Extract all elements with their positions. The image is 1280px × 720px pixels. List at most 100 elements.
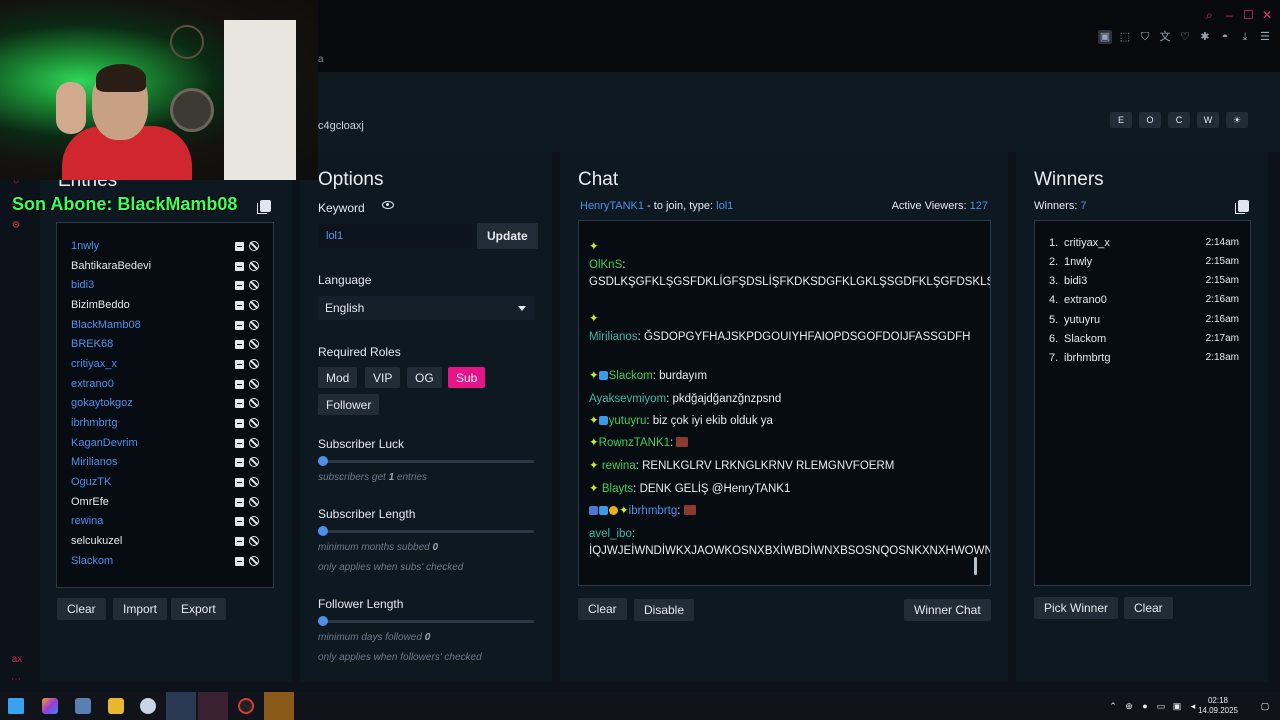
clear-entries-button[interactable]: Clear	[57, 598, 106, 620]
remove-entry-button[interactable]	[235, 242, 244, 251]
entry-name[interactable]: 1nwly	[71, 240, 99, 252]
ban-icon[interactable]	[249, 339, 259, 349]
screenshot-icon[interactable]: ⬚	[1118, 30, 1132, 44]
entry-name[interactable]: Slackom	[71, 555, 113, 567]
role-mod-toggle[interactable]: Mod	[318, 367, 358, 388]
ban-icon[interactable]	[249, 398, 259, 408]
heart-icon[interactable]: ♡	[1178, 30, 1192, 44]
ban-icon[interactable]	[249, 280, 259, 290]
view-chat-button[interactable]: C	[1168, 112, 1190, 128]
remove-entry-button[interactable]	[235, 281, 244, 290]
entry-name[interactable]: BahtikaraBedevi	[71, 260, 151, 272]
export-button[interactable]: Export	[171, 598, 226, 620]
clear-chat-button[interactable]: Clear	[578, 598, 627, 620]
chat-scrollbar[interactable]	[974, 557, 977, 575]
settings-icon[interactable]: ⚙	[10, 220, 22, 232]
slider-knob[interactable]	[318, 456, 328, 466]
puzzle-icon[interactable]: ✱	[1198, 30, 1212, 44]
battery-icon[interactable]: ▭	[1156, 701, 1166, 711]
copilot-icon[interactable]	[42, 698, 58, 714]
notification-icon[interactable]: ▢	[1260, 701, 1270, 711]
chat-log[interactable]: ✦ OlKnS: GSDLKŞGFKLŞGSFDKLİGFŞDSLİŞFKDKS…	[578, 220, 991, 586]
steam-taskbar-item[interactable]	[166, 692, 196, 720]
ban-icon[interactable]	[249, 379, 259, 389]
view-options-button[interactable]: O	[1139, 112, 1161, 128]
windows-start-icon[interactable]	[8, 698, 24, 714]
ban-icon[interactable]	[249, 457, 259, 467]
more-icon[interactable]: ⋯	[10, 674, 22, 686]
entry-name[interactable]: critiyax_x	[71, 358, 117, 370]
maximize-icon[interactable]: ☐	[1243, 8, 1254, 22]
theme-toggle-button[interactable]: ☀	[1226, 112, 1248, 128]
import-button[interactable]: Import	[113, 598, 168, 620]
remove-entry-button[interactable]	[235, 557, 244, 566]
display-icon[interactable]: ▣	[1172, 701, 1182, 711]
ban-icon[interactable]	[249, 320, 259, 330]
entry-name[interactable]: OguzTK	[71, 476, 111, 488]
follower-length-slider[interactable]	[318, 616, 534, 626]
ban-icon[interactable]	[249, 261, 259, 271]
speaker-icon[interactable]: ◂	[1188, 701, 1198, 711]
entry-name[interactable]: gokaytokgoz	[71, 397, 133, 409]
ban-icon[interactable]	[249, 438, 259, 448]
remove-entry-button[interactable]	[235, 537, 244, 546]
entry-name[interactable]: ibrhmbrtg	[71, 417, 117, 429]
extension-icon[interactable]: ▣	[1098, 30, 1112, 44]
remove-entry-button[interactable]	[235, 380, 244, 389]
remove-entry-button[interactable]	[235, 478, 244, 487]
download-icon[interactable]: ⤓	[1238, 30, 1252, 44]
slider-knob[interactable]	[318, 616, 328, 626]
remove-entry-button[interactable]	[235, 301, 244, 310]
winner-chat-button[interactable]: Winner Chat	[904, 599, 991, 621]
remove-entry-button[interactable]	[235, 262, 244, 271]
remove-entry-button[interactable]	[235, 340, 244, 349]
ban-icon[interactable]	[249, 516, 259, 526]
ban-icon[interactable]	[249, 556, 259, 566]
remove-entry-button[interactable]	[235, 419, 244, 428]
entry-name[interactable]: bidi3	[71, 279, 94, 291]
ban-icon[interactable]	[249, 359, 259, 369]
entry-name[interactable]: BREK68	[71, 338, 113, 350]
chevron-up-icon[interactable]: ⌃	[1108, 701, 1118, 711]
copy-icon[interactable]	[257, 200, 271, 214]
copy-icon[interactable]	[1235, 200, 1249, 214]
language-select[interactable]: English	[318, 296, 534, 320]
subscriber-luck-slider[interactable]	[318, 456, 534, 466]
entry-name[interactable]: BizimBeddo	[71, 299, 130, 311]
entry-name[interactable]: Mirilianos	[71, 456, 117, 468]
ban-icon[interactable]	[249, 477, 259, 487]
role-follower-toggle[interactable]: Follower	[318, 394, 380, 415]
minimize-icon[interactable]: –	[1226, 8, 1233, 22]
calculator-icon[interactable]	[75, 698, 91, 714]
league-taskbar-item[interactable]	[264, 692, 294, 720]
clock[interactable]: 02:18 14.09.2025	[1198, 696, 1238, 716]
file-explorer-icon[interactable]	[108, 698, 124, 714]
entry-name[interactable]: rewina	[71, 515, 103, 527]
search-icon[interactable]: ⌕	[1206, 8, 1213, 23]
entry-name[interactable]: OmrEfe	[71, 496, 109, 508]
remove-entry-button[interactable]	[235, 517, 244, 526]
microphone-icon[interactable]: ●	[1140, 701, 1150, 711]
translate-icon[interactable]: 文	[1158, 30, 1172, 44]
profile-icon[interactable]: ◓	[1218, 30, 1232, 44]
disable-chat-button[interactable]: Disable	[634, 599, 695, 621]
ban-icon[interactable]	[249, 241, 259, 251]
entry-name[interactable]: BlackMamb08	[71, 319, 141, 331]
update-button[interactable]: Update	[477, 223, 538, 249]
role-vip-toggle[interactable]: VIP	[365, 367, 401, 388]
shield-icon[interactable]: ⛉	[1138, 30, 1152, 44]
remove-entry-button[interactable]	[235, 498, 244, 507]
view-entries-button[interactable]: E	[1110, 112, 1132, 128]
remove-entry-button[interactable]	[235, 360, 244, 369]
ban-icon[interactable]	[249, 418, 259, 428]
keyword-input[interactable]	[318, 224, 472, 248]
eye-icon[interactable]	[382, 201, 394, 209]
close-icon[interactable]: ✕	[1262, 8, 1272, 22]
app-icon[interactable]	[140, 698, 156, 714]
opera-taskbar-item[interactable]	[198, 692, 228, 720]
menu-icon[interactable]: ☰	[1258, 30, 1272, 44]
remove-entry-button[interactable]	[235, 439, 244, 448]
subscriber-length-slider[interactable]	[318, 526, 534, 536]
pick-winner-button[interactable]: Pick Winner	[1034, 597, 1119, 619]
ban-icon[interactable]	[249, 497, 259, 507]
